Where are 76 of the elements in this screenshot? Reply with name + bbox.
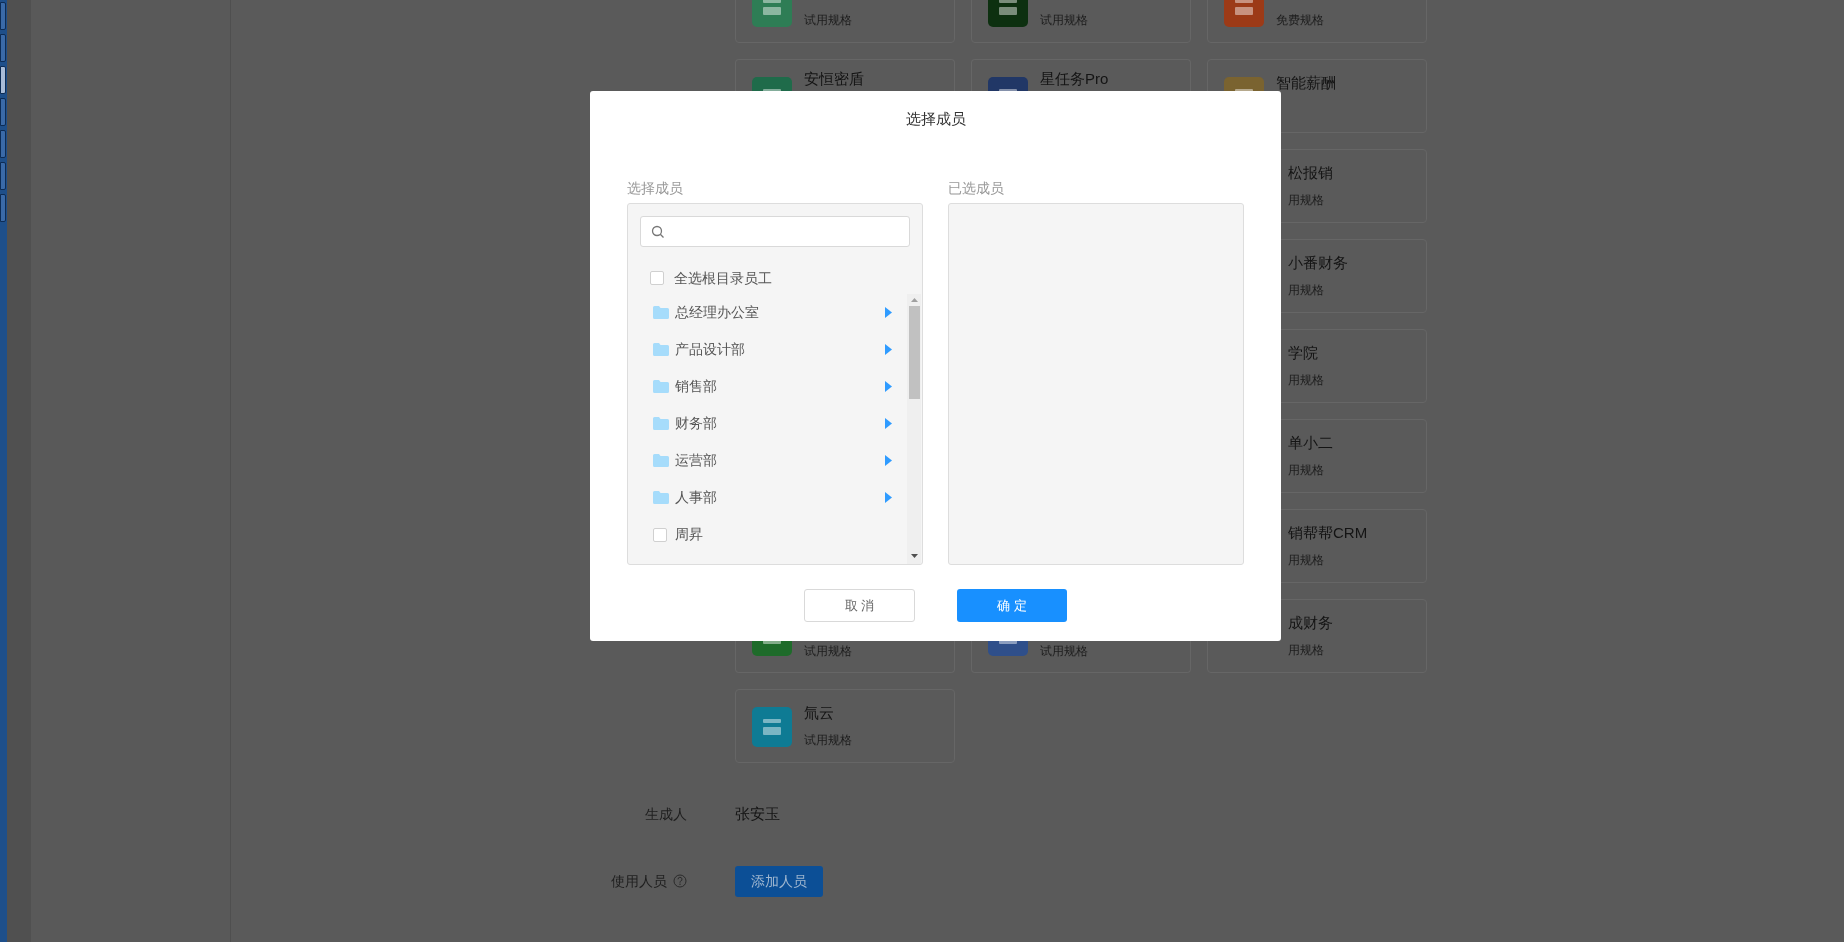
member-tree-item[interactable]: 运营部 — [628, 442, 902, 479]
department-name: 人事部 — [675, 488, 717, 507]
panel-label: 已选成员 — [948, 179, 1005, 197]
department-name: 产品设计部 — [675, 340, 745, 359]
app-card[interactable]: 试用规格 — [735, 0, 955, 43]
scroll-up-icon[interactable] — [910, 298, 918, 302]
folder-icon — [653, 343, 669, 356]
app-title: 智能薪酬 — [1276, 74, 1336, 92]
department-name: 运营部 — [675, 451, 717, 470]
field-label: 生成人 — [645, 804, 687, 824]
select-all-label: 全选根目录员工 — [674, 269, 772, 287]
scrollbar[interactable] — [907, 294, 921, 564]
scroll-down-icon[interactable] — [910, 554, 918, 558]
expand-arrow-icon[interactable] — [885, 492, 892, 503]
app-plan: 用规格 — [1288, 372, 1324, 388]
app-card[interactable]: 星任务Pro — [971, 59, 1191, 91]
search-field[interactable] — [640, 216, 910, 247]
app-plan: 用规格 — [1288, 192, 1324, 208]
folder-icon — [653, 380, 669, 393]
member-tree-item[interactable]: 总经理办公室 — [628, 294, 902, 331]
app-plan: 试用规格 — [804, 732, 852, 748]
member-tree-item[interactable]: 周昇 — [628, 516, 902, 553]
app-plan: 用规格 — [1288, 282, 1324, 298]
app-title: 氚云 — [804, 704, 834, 722]
app-plan: 试用规格 — [804, 12, 852, 28]
expand-arrow-icon[interactable] — [885, 344, 892, 355]
checkbox[interactable] — [650, 271, 664, 285]
panel-label: 选择成员 — [627, 179, 684, 197]
member-tree-item[interactable]: 财务部 — [628, 405, 902, 442]
add-member-button[interactable]: 添加人员 — [735, 865, 823, 897]
app-icon — [752, 707, 792, 747]
cancel-button[interactable]: 取 消 — [804, 589, 915, 622]
app-plan: 试用规格 — [804, 643, 852, 659]
help-icon[interactable] — [673, 874, 687, 888]
app-title: 松报销 — [1288, 164, 1333, 182]
search-icon — [651, 224, 665, 239]
expand-arrow-icon[interactable] — [885, 307, 892, 318]
dialog-title: 选择成员 — [905, 109, 966, 129]
folder-icon — [653, 306, 669, 319]
app-card[interactable]: 安恒密盾 — [735, 59, 955, 91]
folder-icon — [653, 454, 669, 467]
app-plan: 用规格 — [1288, 642, 1324, 658]
app-title: 成财务 — [1288, 614, 1333, 632]
app-plan: 用规格 — [1288, 552, 1324, 568]
app-card[interactable]: 试用规格 — [971, 641, 1191, 673]
app-title: 学院 — [1288, 344, 1318, 362]
field-label: 使用人员 — [611, 871, 667, 891]
app-card[interactable]: 氚云 试用规格 — [735, 689, 955, 763]
department-name: 销售部 — [675, 377, 717, 396]
folder-icon — [653, 491, 669, 504]
app-plan: 试用规格 — [1040, 12, 1088, 28]
checkbox[interactable] — [653, 527, 667, 542]
app-plan: 试用规格 — [1040, 643, 1088, 659]
side-tab[interactable] — [0, 66, 6, 94]
expand-arrow-icon[interactable] — [885, 381, 892, 392]
app-title: 单小二 — [1288, 434, 1333, 452]
creator-name: 张安玉 — [735, 804, 780, 824]
app-title: 安恒密盾 — [804, 70, 864, 88]
member-tree-item[interactable]: 销售部 — [628, 368, 902, 405]
app-title: 销帮帮CRM — [1288, 524, 1368, 542]
expand-arrow-icon[interactable] — [885, 418, 892, 429]
app-title: 小番财务 — [1288, 254, 1348, 272]
app-card[interactable]: 免费规格 — [1207, 0, 1427, 43]
app-plan: 用规格 — [1288, 462, 1324, 478]
department-name: 总经理办公室 — [675, 303, 759, 322]
expand-arrow-icon[interactable] — [885, 455, 892, 466]
folder-icon — [653, 417, 669, 430]
app-card[interactable]: 试用规格 — [971, 0, 1191, 43]
department-name: 财务部 — [675, 414, 717, 433]
member-tree-item[interactable]: 人事部 — [628, 479, 902, 516]
confirm-button[interactable]: 确 定 — [957, 589, 1067, 622]
member-name: 周昇 — [675, 525, 703, 544]
app-title: 星任务Pro — [1040, 70, 1109, 88]
member-tree-item[interactable]: 产品设计部 — [628, 331, 902, 368]
app-plan: 免费规格 — [1276, 12, 1324, 28]
app-card[interactable]: 试用规格 — [735, 641, 955, 673]
